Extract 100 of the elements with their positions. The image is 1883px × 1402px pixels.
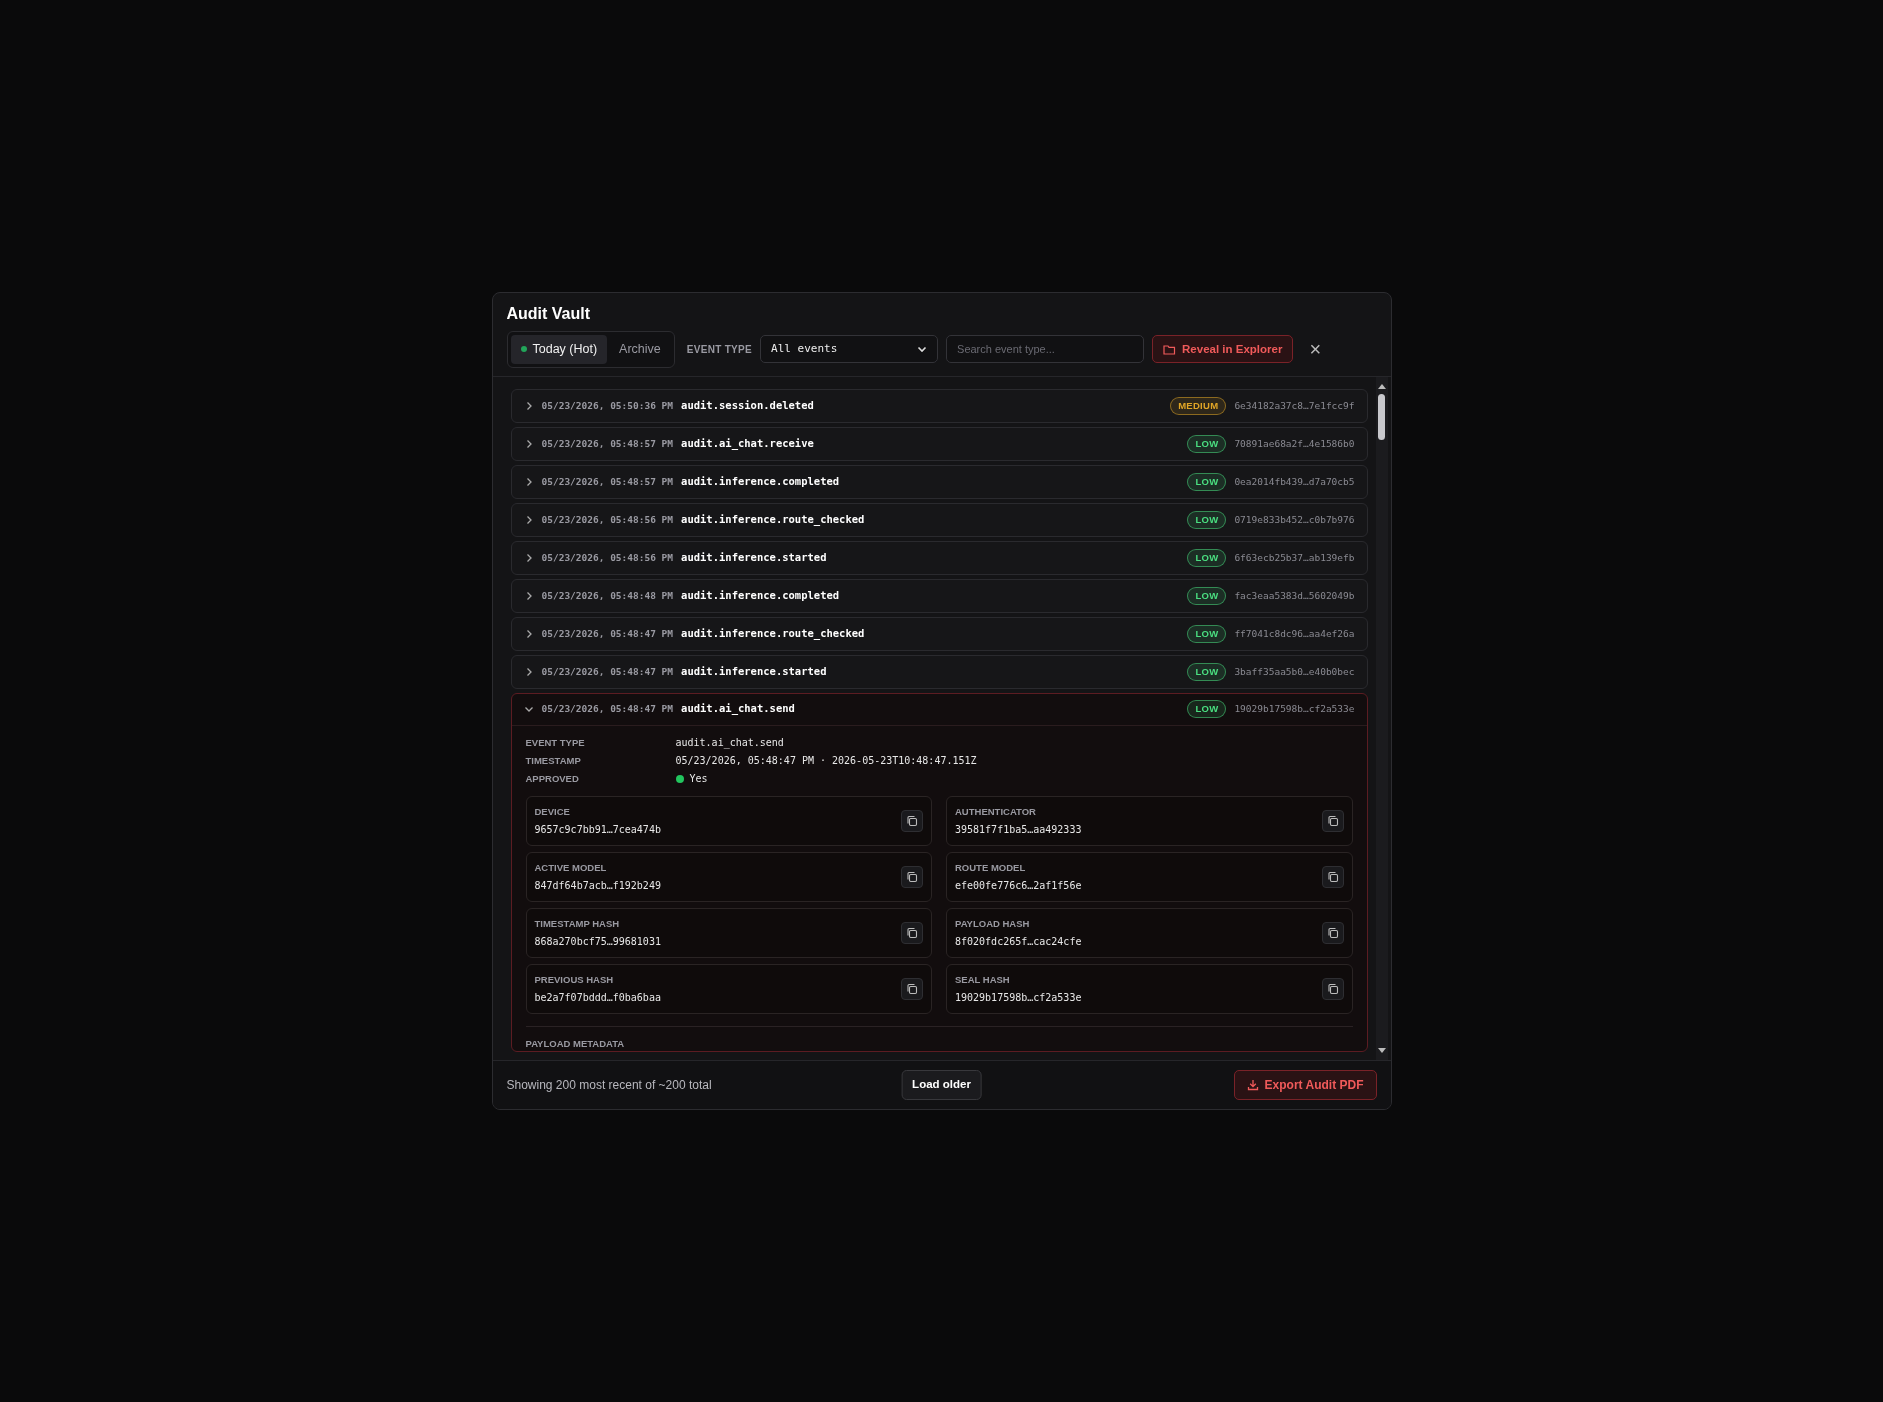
- hash-value: 8f020fdc265f…cac24cfe: [955, 934, 1082, 949]
- hash-label: ROUTE MODEL: [955, 860, 1027, 875]
- event-row[interactable]: [510, 692, 1368, 1052]
- copy-icon: [906, 870, 918, 883]
- event-row[interactable]: 05/23/2026, 05:48:57 PM audit.ai_chat.receive LOW 70891ae68a2f…4e1586b0: [510, 426, 1368, 461]
- filter-label: EVENT TYPE: [686, 342, 753, 357]
- field-label: EVENT TYPE: [525, 735, 586, 750]
- severity-badge: LOW: [1187, 700, 1227, 719]
- event-type: audit.inference.completed: [681, 587, 840, 603]
- severity-badge: LOW: [1187, 548, 1227, 567]
- summary-text: Showing 200 most recent of ~200 total: [506, 1077, 712, 1094]
- section-heading: PAYLOAD METADATA: [525, 1037, 625, 1049]
- hash-label: PREVIOUS HASH: [534, 972, 615, 987]
- event-row[interactable]: 05/23/2026, 05:48:47 PM audit.inference.route_checked LOW ff7041c8dc96…aa4ef26a: [510, 616, 1368, 651]
- event-row[interactable]: 05/23/2026, 05:48:56 PM audit.inference.started LOW 6f63ecb25b37…ab139efb: [510, 540, 1368, 575]
- event-timestamp: 05/23/2026, 05:48:47 PM: [541, 664, 674, 679]
- field-value: audit.ai_chat.send: [675, 735, 784, 751]
- field-value: 05/23/2026, 05:48:47 PM · 2026-05-23T10:48:47.151Z: [675, 753, 977, 768]
- severity-badge: LOW: [1187, 586, 1227, 605]
- event-type: audit.inference.route_checked: [681, 625, 865, 642]
- copy-icon: [906, 982, 918, 995]
- severity-badge: LOW: [1187, 662, 1227, 681]
- close-button[interactable]: ×: [1301, 339, 1330, 360]
- event-type: audit.inference.started: [681, 549, 827, 565]
- download-icon: [1246, 1079, 1259, 1091]
- severity-badge: LOW: [1187, 510, 1227, 529]
- event-timestamp: 05/23/2026, 05:48:56 PM: [541, 550, 674, 565]
- scrollbar[interactable]: [1375, 376, 1388, 1060]
- hash-label: SEAL HASH: [955, 972, 1011, 987]
- copy-button[interactable]: [901, 865, 923, 888]
- event-timestamp: 05/23/2026, 05:50:36 PM: [541, 398, 674, 413]
- field-value: Yes: [689, 771, 708, 786]
- folder-icon: [1163, 343, 1177, 355]
- copy-icon: [1326, 982, 1339, 995]
- hash-value: 39581f7f1ba5…aa492333: [955, 822, 1082, 837]
- event-hash: 6f63ecb25b37…ab139efb: [1234, 550, 1355, 565]
- hash-value: 847df64b7acb…f192b249: [534, 878, 661, 893]
- copy-button[interactable]: [901, 977, 923, 1000]
- copy-icon: [1326, 814, 1339, 827]
- event-type: audit.ai_chat.receive: [681, 435, 814, 452]
- hash-label: DEVICE: [534, 804, 571, 819]
- severity-badge: LOW: [1187, 624, 1227, 643]
- event-timestamp: 05/23/2026, 05:48:48 PM: [541, 588, 674, 603]
- event-type: audit.inference.route_checked: [681, 511, 865, 528]
- caret-icon: [917, 344, 928, 355]
- event-hash: 6e34182a37c8…7e1fcc9f: [1234, 398, 1355, 413]
- event-hash: 0719e833b452…c0b7b976: [1234, 512, 1355, 527]
- event-type: audit.ai_chat.send: [681, 701, 795, 717]
- event-hash: 3baff35aa5b0…e40b0bec: [1234, 664, 1355, 679]
- event-row[interactable]: 05/23/2026, 05:50:36 PM audit.session.deleted MEDIUM 6e34182a37c8…7e1fcc9f: [510, 388, 1368, 423]
- copy-icon: [906, 926, 918, 939]
- hash-value: 868a270bcf75…99681031: [534, 934, 661, 949]
- event-timestamp: 05/23/2026, 05:48:47 PM: [541, 626, 674, 641]
- copy-icon: [906, 814, 918, 827]
- hash-label: PAYLOAD HASH: [955, 916, 1031, 931]
- copy-icon: [1326, 870, 1339, 883]
- hash-value: 19029b17598b…cf2a533e: [955, 990, 1082, 1005]
- event-hash: 70891ae68a2f…4e1586b0: [1234, 436, 1355, 451]
- hash-value: be2a7f07bddd…f0ba6baa: [534, 990, 661, 1005]
- tab[interactable]: Archive: [609, 335, 671, 364]
- event-timestamp: 05/23/2026, 05:48:56 PM: [541, 512, 674, 527]
- event-row[interactable]: 05/23/2026, 05:48:47 PM audit.inference.started LOW 3baff35aa5b0…e40b0bec: [510, 654, 1368, 689]
- event-row[interactable]: 05/23/2026, 05:48:48 PM audit.inference.completed LOW fac3eaa5383d…5602049b: [510, 578, 1368, 613]
- event-timestamp: 05/23/2026, 05:48:57 PM: [541, 436, 674, 451]
- scrollbar-thumb[interactable]: [1378, 393, 1385, 440]
- dialog-title: Audit Vault: [506, 304, 592, 324]
- copy-icon: [1326, 926, 1339, 939]
- event-type: audit.inference.started: [681, 663, 827, 679]
- copy-button[interactable]: [901, 809, 923, 832]
- tab[interactable]: Today (Hot): [510, 335, 608, 364]
- hash-label: ACTIVE MODEL: [534, 860, 608, 875]
- event-timestamp: 05/23/2026, 05:48:57 PM: [541, 474, 674, 489]
- event-hash: fac3eaa5383d…5602049b: [1234, 588, 1355, 603]
- event-type-select[interactable]: All events: [760, 335, 939, 364]
- hash-value: 9657c9c7bb91…7cea474b: [534, 822, 661, 837]
- export-pdf-button[interactable]: Export Audit PDF: [1233, 1070, 1377, 1100]
- field-label: TIMESTAMP: [525, 753, 582, 768]
- copy-button[interactable]: [901, 921, 923, 944]
- event-row[interactable]: 05/23/2026, 05:48:56 PM audit.inference.route_checked LOW 0719e833b452…c0b7b976: [510, 502, 1368, 537]
- event-hash: 19029b17598b…cf2a533e: [1234, 702, 1355, 717]
- copy-button[interactable]: [1321, 865, 1344, 888]
- hash-label: AUTHENTICATOR: [955, 804, 1037, 819]
- copy-button[interactable]: [1321, 921, 1344, 944]
- copy-button[interactable]: [1321, 977, 1344, 1000]
- load-older-button[interactable]: Load older: [901, 1070, 982, 1100]
- severity-badge: MEDIUM: [1170, 396, 1227, 415]
- reveal-in-explorer-button[interactable]: Reveal in Explorer: [1152, 335, 1294, 364]
- event-type: audit.session.deleted: [681, 397, 814, 413]
- event-type: audit.inference.completed: [681, 473, 840, 489]
- event-row[interactable]: 05/23/2026, 05:48:57 PM audit.inference.completed LOW 0ea2014fb439…d7a70cb5: [510, 464, 1368, 499]
- copy-button[interactable]: [1321, 809, 1344, 832]
- search-field[interactable]: Search event type...: [946, 335, 1145, 364]
- field-label: APPROVED: [525, 771, 580, 786]
- event-timestamp: 05/23/2026, 05:48:47 PM: [541, 702, 674, 717]
- event-hash: ff7041c8dc96…aa4ef26a: [1234, 626, 1355, 641]
- hash-value: efe00fe776c6…2af1f56e: [955, 878, 1082, 893]
- event-hash: 0ea2014fb439…d7a70cb5: [1234, 474, 1355, 489]
- severity-badge: LOW: [1187, 434, 1227, 453]
- hash-label: TIMESTAMP HASH: [534, 916, 621, 931]
- severity-badge: LOW: [1187, 472, 1227, 491]
